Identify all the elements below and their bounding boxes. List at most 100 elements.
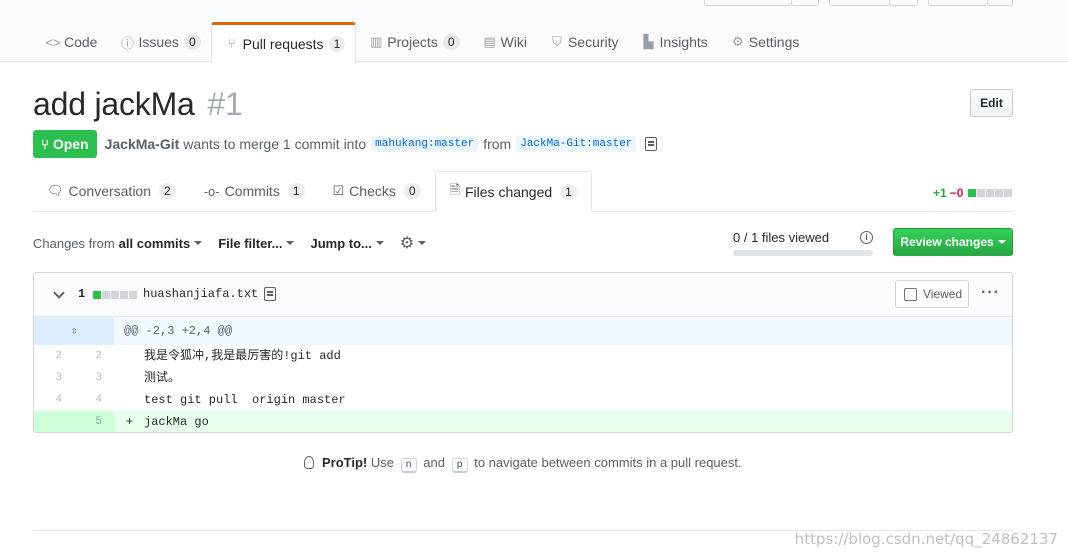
additions-count: +1 — [933, 186, 947, 200]
diff-settings-menu[interactable]: ⚙ — [399, 233, 427, 253]
diff-context-row: 33 测试。 — [34, 367, 1012, 389]
old-line-number[interactable]: 2 — [34, 345, 74, 367]
tab-label: Wiki — [500, 34, 527, 50]
diff-line-code: test git pull origin master — [144, 393, 346, 407]
hunk-header-row: ⇳ @@ -2,3 +2,4 @@ — [34, 317, 1012, 345]
tab-counter: 0 — [183, 34, 201, 50]
edit-button[interactable]: Edit — [970, 89, 1013, 117]
tab-projects[interactable]: ▥ Projects 0 — [356, 22, 469, 62]
file-filter-menu[interactable]: File filter... — [218, 235, 295, 251]
pr-title-text: add jackMa — [33, 86, 195, 122]
head-branch[interactable]: JackMa-Git:master — [516, 136, 637, 152]
tab-label: Conversation — [68, 183, 152, 199]
old-line-number[interactable]: 3 — [34, 367, 74, 389]
review-changes-label: Review changes — [900, 235, 994, 249]
viewed-toggle[interactable]: Viewed — [895, 280, 969, 308]
tab-label: Issues — [138, 34, 179, 50]
new-line-number[interactable]: 2 — [74, 345, 114, 367]
tab-pull-requests[interactable]: ⑂ Pull requests 1 — [210, 22, 357, 63]
protip-post: to navigate between commits in a pull re… — [474, 455, 742, 470]
tab-conversation[interactable]: 🗨 Conversation 2 — [33, 171, 190, 211]
changes-from-value: all commits — [118, 235, 191, 251]
star-button[interactable] — [829, 0, 890, 6]
book-icon: ▤ — [483, 34, 496, 49]
author-link[interactable]: JackMa-Git — [105, 136, 180, 152]
fork-button[interactable] — [928, 0, 988, 6]
diff-marker — [114, 389, 134, 411]
diffstat-block — [102, 291, 110, 299]
tab-insights[interactable]: ▙ Insights — [629, 22, 718, 62]
tab-commits[interactable]: -o- Commits 1 — [190, 171, 319, 211]
kebab-horizontal-icon[interactable]: ··· — [981, 284, 1000, 302]
tab-files-changed[interactable]: 🗎 Files changed 1 — [434, 171, 592, 212]
old-line-number[interactable]: 4 — [34, 389, 74, 411]
watch-button[interactable] — [704, 0, 792, 6]
diffstat-block — [995, 189, 1004, 197]
tab-label: Commits — [224, 183, 280, 199]
shield-icon: ⛉ — [552, 34, 562, 49]
review-changes-button[interactable]: Review changes — [893, 228, 1013, 256]
clipboard-icon[interactable] — [645, 137, 658, 151]
diff-marker — [114, 345, 134, 367]
tab-wiki[interactable]: ▤ Wiki — [470, 22, 537, 62]
pr-number: #1 — [207, 86, 243, 122]
gear-icon: ⚙ — [399, 235, 415, 252]
diff-context-row: 44 test git pull origin master — [34, 389, 1012, 411]
tab-security[interactable]: ⛉ Security — [537, 22, 629, 62]
info-icon[interactable]: i — [860, 231, 873, 244]
viewed-checkbox[interactable] — [904, 287, 917, 301]
diff-line-code: 我是令狐冲,我是最厉害的!git add — [144, 349, 341, 363]
kbd-prev: p — [451, 458, 468, 473]
unfold-icon[interactable]: ⇳ — [34, 317, 114, 345]
new-line-number[interactable]: 5 — [74, 411, 114, 432]
file-filter-label: File filter... — [218, 235, 283, 251]
file-name-link[interactable]: huashanjiafa.txt — [143, 287, 258, 301]
status-label: Open — [52, 136, 89, 152]
new-line-number[interactable]: 3 — [74, 367, 114, 389]
files-viewed-progress — [733, 250, 873, 256]
diff-table: ⇳ @@ -2,3 +2,4 @@ 22 我是令狐冲,我是最厉害的!git ad… — [34, 317, 1012, 432]
tab-checks[interactable]: ☑ Checks 0 — [319, 171, 435, 211]
git-pull-request-icon: ⑂ — [227, 36, 236, 51]
tab-issues[interactable]: ⓘ Issues 0 — [107, 22, 210, 62]
base-branch[interactable]: mahukang:master — [371, 136, 479, 152]
changes-from-menu[interactable]: Changes from all commits — [33, 235, 203, 251]
merge-text: wants to merge 1 commit into — [183, 136, 367, 152]
viewed-label: Viewed — [923, 287, 963, 301]
tab-label: Files changed — [465, 183, 553, 200]
watch-count[interactable] — [791, 0, 819, 6]
diff-marker: + — [126, 415, 134, 429]
chevron-down-icon — [997, 240, 1006, 244]
tab-label: Pull requests — [242, 35, 324, 52]
file-diffstat-blocks — [92, 291, 137, 299]
light-bulb-icon — [304, 456, 315, 469]
diff-toolbar: Changes from all commits File filter... … — [33, 233, 442, 253]
comment-discussion-icon: 🗨 — [47, 183, 64, 198]
gear-icon: ⚙ — [731, 34, 744, 49]
diff-context-row: 22 我是令狐冲,我是最厉害的!git add — [34, 345, 1012, 367]
jump-to-menu[interactable]: Jump to... — [310, 235, 384, 251]
changes-from-label: Changes from — [33, 235, 115, 251]
diffstat-block — [93, 291, 101, 299]
diffstat-block — [111, 291, 119, 299]
old-line-number[interactable] — [34, 411, 74, 432]
tab-settings[interactable]: ⚙ Settings — [718, 22, 810, 62]
star-count[interactable] — [889, 0, 918, 6]
clipboard-icon[interactable] — [264, 287, 276, 301]
new-line-number[interactable]: 4 — [74, 389, 114, 411]
graph-icon: ▙ — [643, 34, 654, 49]
kbd-next: n — [400, 458, 417, 473]
tab-counter: 1 — [328, 35, 346, 52]
code-icon: <> — [45, 34, 61, 50]
tab-label: Security — [567, 34, 619, 50]
tab-label: Checks — [349, 183, 396, 199]
tab-code[interactable]: <> Code — [33, 22, 107, 62]
fork-count[interactable] — [987, 0, 1013, 6]
deletions-count: −0 — [949, 186, 964, 200]
jump-to-label: Jump to... — [310, 235, 372, 251]
diff-addition-row: 5 + jackMa go — [34, 411, 1012, 432]
files-viewed-count: 0 / 1 files viewed — [733, 230, 830, 245]
chevron-down-icon[interactable] — [53, 287, 65, 299]
tab-counter: 2 — [159, 183, 176, 199]
file-changes-count: 1 — [78, 287, 86, 301]
